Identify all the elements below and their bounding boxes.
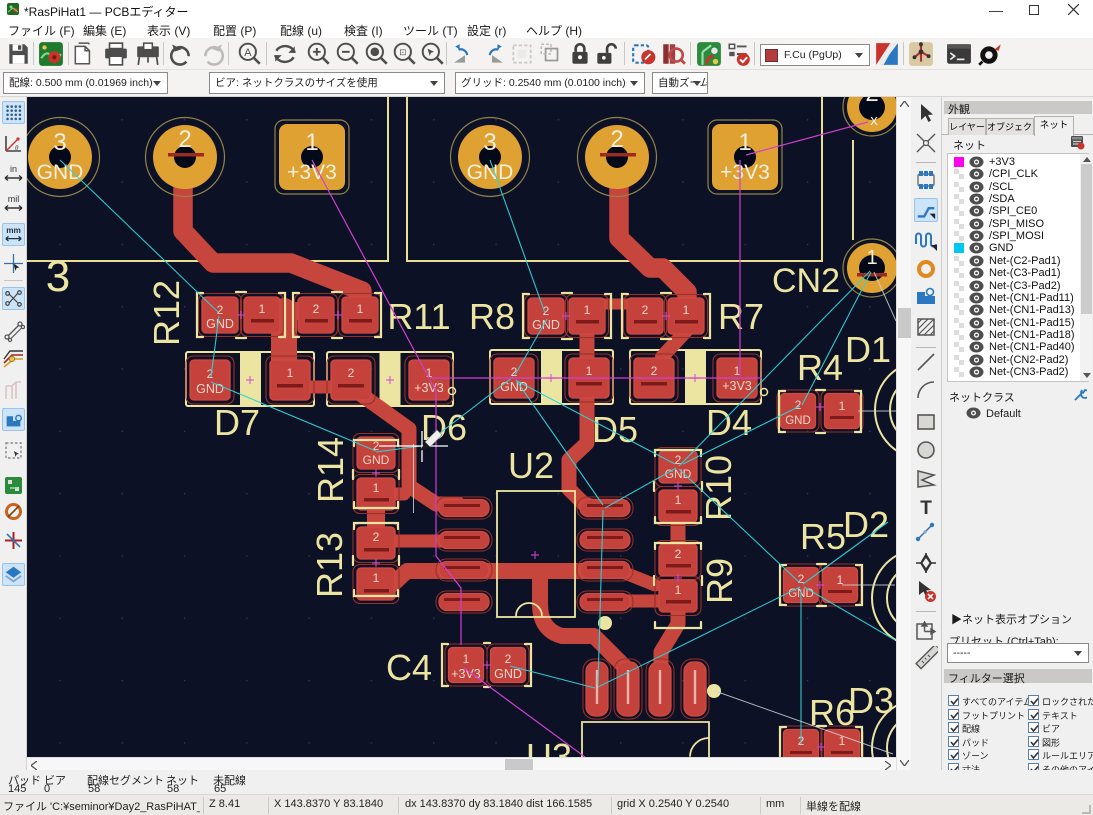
svg-text:R4: R4 — [797, 347, 843, 388]
svg-text:R11: R11 — [387, 296, 450, 337]
svg-text:D1: D1 — [845, 329, 891, 370]
svg-text:A: A — [244, 47, 252, 59]
svg-text:CN2: CN2 — [772, 262, 840, 300]
svg-text:U3: U3 — [526, 736, 572, 757]
svg-text:2: 2 — [651, 364, 658, 378]
svg-text:2: 2 — [795, 398, 802, 412]
svg-text:R7: R7 — [718, 296, 764, 337]
svg-text:θ: θ — [15, 144, 19, 152]
svg-text:2: 2 — [642, 303, 649, 317]
svg-text:⊡: ⊡ — [399, 47, 406, 57]
svg-text:GND: GND — [665, 467, 692, 481]
svg-text:1: 1 — [305, 129, 318, 156]
svg-text:2: 2 — [217, 303, 224, 317]
svg-text:T: T — [920, 498, 932, 519]
svg-text:D4: D4 — [706, 402, 752, 443]
svg-text:R12: R12 — [146, 280, 187, 346]
svg-text:1: 1 — [683, 303, 690, 317]
svg-text:2: 2 — [313, 302, 320, 316]
svg-text:3: 3 — [46, 252, 70, 301]
svg-text:1: 1 — [866, 247, 877, 269]
svg-text:in: in — [10, 164, 17, 174]
svg-text:2: 2 — [505, 652, 512, 666]
svg-text:1: 1 — [373, 481, 380, 495]
svg-text:R14: R14 — [310, 437, 351, 503]
svg-text:U2: U2 — [508, 445, 554, 486]
svg-text:2: 2 — [865, 97, 878, 107]
svg-text:1: 1 — [463, 652, 470, 666]
svg-text:+3V3: +3V3 — [722, 379, 752, 393]
svg-text:1: 1 — [584, 303, 591, 317]
svg-text:2: 2 — [675, 547, 682, 561]
svg-text:2: 2 — [178, 126, 191, 153]
svg-text:2: 2 — [610, 126, 623, 153]
svg-text:GND: GND — [785, 415, 811, 427]
svg-text:3: 3 — [483, 129, 496, 156]
svg-text:D3: D3 — [848, 680, 894, 721]
svg-text:D5: D5 — [592, 409, 638, 450]
svg-text:1: 1 — [675, 493, 682, 507]
svg-text:GND: GND — [363, 453, 390, 467]
svg-text:GND: GND — [37, 161, 84, 184]
svg-text:R9: R9 — [699, 558, 740, 604]
svg-text:1: 1 — [586, 364, 593, 378]
svg-text:1: 1 — [839, 399, 846, 413]
svg-text:R13: R13 — [309, 532, 350, 598]
svg-text:D2: D2 — [843, 504, 889, 545]
svg-text:+3V3: +3V3 — [720, 161, 770, 184]
svg-text:1: 1 — [357, 302, 364, 316]
svg-text:3: 3 — [53, 129, 66, 156]
svg-text:+3V3: +3V3 — [414, 381, 444, 395]
svg-text:1: 1 — [373, 571, 380, 585]
svg-text:D7: D7 — [214, 402, 260, 443]
svg-text:C4: C4 — [386, 647, 432, 688]
svg-text:2: 2 — [348, 366, 355, 380]
svg-text:GND: GND — [494, 667, 522, 681]
svg-text:mil: mil — [8, 194, 20, 204]
svg-text:1: 1 — [675, 583, 682, 597]
svg-text:2: 2 — [373, 530, 380, 544]
svg-text:x: x — [870, 112, 878, 129]
svg-text:R8: R8 — [469, 296, 515, 337]
svg-text:GND: GND — [467, 161, 514, 184]
svg-text:R10: R10 — [698, 455, 739, 521]
svg-text:1: 1 — [738, 129, 751, 156]
svg-text:mm: mm — [6, 226, 21, 235]
svg-text:+3V3: +3V3 — [287, 161, 337, 184]
svg-text:GND: GND — [206, 317, 234, 331]
svg-text:R5: R5 — [800, 516, 846, 557]
svg-text:1: 1 — [259, 302, 266, 316]
svg-text:2: 2 — [207, 367, 214, 381]
svg-text:GND: GND — [196, 382, 224, 396]
svg-text:1: 1 — [287, 366, 294, 380]
